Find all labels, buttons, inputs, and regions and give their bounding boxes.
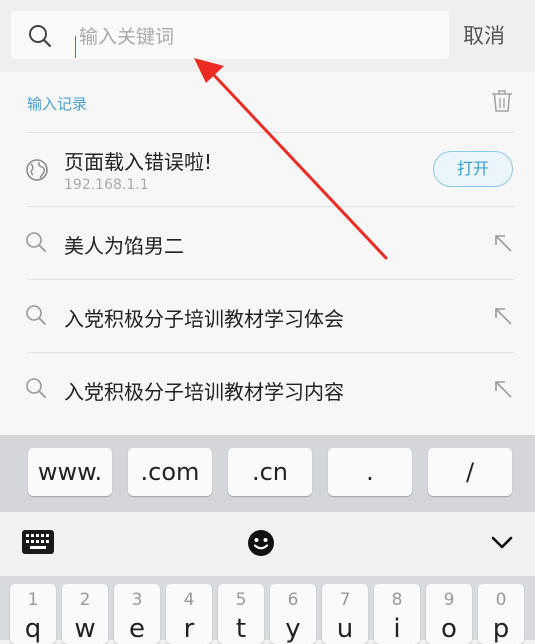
key-number: 5 [235,590,247,610]
history-item-url: 192.168.1.1 [64,177,149,193]
shortcut-key[interactable]: . [328,448,412,496]
divider [27,352,514,353]
keyboard: 1q 2w 3e 4r 5t 6y 7u 8i 9o 0p [0,576,535,644]
text-caret [75,36,76,58]
keyboard-key[interactable]: 3e [114,584,160,644]
url-shortcut-bar: www. .com .cn . / [0,435,535,512]
key-number: 6 [287,590,299,610]
history-item-query[interactable]: 美人为馅男二 [0,206,535,278]
search-icon [26,305,46,325]
keyboard-key[interactable]: 1q [10,584,56,644]
keyboard-key[interactable]: 8i [374,584,420,644]
shortcut-key[interactable]: / [428,448,512,496]
history-item-title: 入党积极分子培训教材学习体会 [64,307,344,331]
history-item-query[interactable]: 入党积极分子培训教材学习体会 [0,279,535,351]
history-header: 输入记录 [0,72,535,132]
shortcut-key[interactable]: www. [28,448,112,496]
fill-query-arrow-icon[interactable] [493,233,513,253]
history-item-title: 美人为馅男二 [64,234,184,258]
history-item-page[interactable]: 页面载入错误啦! 192.168.1.1 打开 [0,132,535,204]
search-icon [26,378,46,398]
search-icon [26,232,46,252]
history-item-title: 入党积极分子培训教材学习内容 [64,380,344,404]
key-number: 2 [79,590,91,610]
chevron-down-icon[interactable] [491,536,513,550]
fill-query-arrow-icon[interactable] [493,379,513,399]
search-icon [29,25,52,48]
history-title: 输入记录 [27,95,88,113]
history-item-title: 页面载入错误啦! [64,150,213,174]
keyboard-icon[interactable] [22,530,54,554]
search-input[interactable] [77,22,441,52]
keyboard-key[interactable]: 9o [426,584,472,644]
trash-icon[interactable] [491,89,513,113]
keyboard-toolbar [0,512,535,576]
key-number: 7 [339,590,351,610]
keyboard-key[interactable]: 6y [270,584,316,644]
divider [27,132,514,133]
key-number: 4 [183,590,195,610]
keyboard-key[interactable]: 2w [62,584,108,644]
key-number: 0 [495,590,507,610]
history-item-query[interactable]: 入党积极分子培训教材学习内容 [0,352,535,424]
search-box[interactable] [11,11,449,59]
key-number: 9 [443,590,455,610]
shortcut-key[interactable]: .cn [228,448,312,496]
key-number: 8 [391,590,403,610]
keyboard-key[interactable]: 4r [166,584,212,644]
keyboard-key[interactable]: 5t [218,584,264,644]
cancel-button[interactable]: 取消 [463,20,505,50]
divider [27,206,514,207]
divider [27,279,514,280]
shortcut-key[interactable]: .com [128,448,212,496]
search-history: 输入记录 页面载入错误啦! 192.168.1.1 打开 美人为馅男二 入党积极… [0,72,535,435]
key-number: 1 [27,590,39,610]
open-button[interactable]: 打开 [433,151,513,187]
search-header: 取消 [0,0,535,72]
globe-icon [26,159,48,181]
fill-query-arrow-icon[interactable] [493,306,513,326]
emoji-icon[interactable] [247,529,275,557]
keyboard-key[interactable]: 0p [478,584,524,644]
keyboard-key[interactable]: 7u [322,584,368,644]
key-number: 3 [131,590,143,610]
